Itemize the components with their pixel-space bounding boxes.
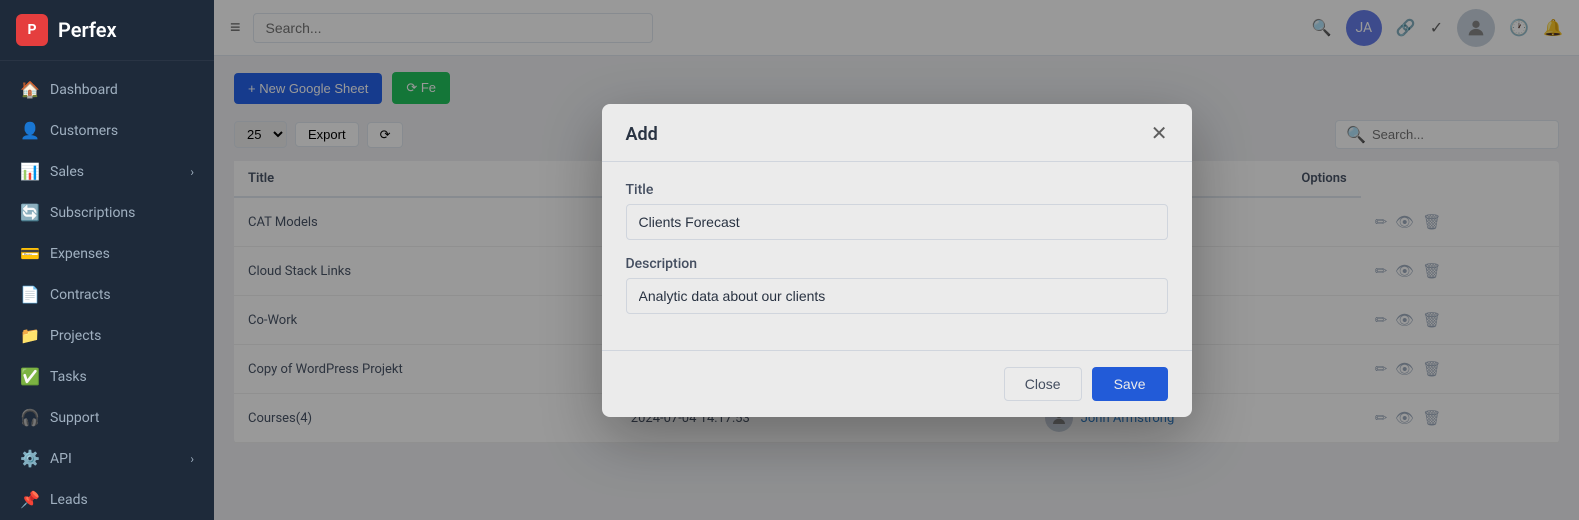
modal-close-button[interactable]: ✕: [1151, 124, 1168, 144]
sidebar-item-expenses[interactable]: 💳 Expenses: [0, 233, 214, 274]
title-label: Title: [626, 182, 1168, 198]
main-area: ≡ 🔍 JA 🔗 ✓ 🕐 🔔 + New Google Sheet ⟳ Fe: [214, 0, 1579, 520]
sidebar-logo: P Perfex: [0, 0, 214, 61]
contracts-icon: 📄: [20, 285, 40, 304]
modal-title: Add: [626, 124, 658, 145]
sidebar-item-api[interactable]: ⚙️ API ›: [0, 438, 214, 479]
chevron-right-icon-api: ›: [190, 452, 194, 466]
modal-overlay: Add ✕ Title Description Close Save: [214, 0, 1579, 520]
sidebar-item-label: Contracts: [50, 287, 111, 303]
sidebar-item-projects[interactable]: 📁 Projects: [0, 315, 214, 356]
modal-close-btn[interactable]: Close: [1004, 367, 1082, 401]
support-icon: 🎧: [20, 408, 40, 427]
sidebar-item-label: Leads: [50, 492, 88, 508]
sidebar-item-label: Tasks: [50, 369, 87, 385]
expenses-icon: 💳: [20, 244, 40, 263]
sidebar-item-support[interactable]: 🎧 Support: [0, 397, 214, 438]
sidebar-item-label: Sales: [50, 164, 84, 180]
sidebar: P Perfex 🏠 Dashboard 👤 Customers 📊 Sales…: [0, 0, 214, 520]
title-form-group: Title: [626, 182, 1168, 240]
sidebar-item-sales[interactable]: 📊 Sales ›: [0, 151, 214, 192]
sidebar-item-label: Support: [50, 410, 99, 426]
tasks-icon: ✅: [20, 367, 40, 386]
logo-text: Perfex: [58, 18, 117, 42]
sales-icon: 📊: [20, 162, 40, 181]
sidebar-item-dashboard[interactable]: 🏠 Dashboard: [0, 69, 214, 110]
title-input[interactable]: [626, 204, 1168, 240]
home-icon: 🏠: [20, 80, 40, 99]
customers-icon: 👤: [20, 121, 40, 140]
description-form-group: Description: [626, 256, 1168, 314]
sidebar-item-customers[interactable]: 👤 Customers: [0, 110, 214, 151]
modal-save-btn[interactable]: Save: [1092, 367, 1168, 401]
sidebar-item-label: Projects: [50, 328, 101, 344]
subscriptions-icon: 🔄: [20, 203, 40, 222]
chevron-right-icon: ›: [190, 165, 194, 179]
modal-header: Add ✕: [602, 104, 1192, 162]
sidebar-item-tasks[interactable]: ✅ Tasks: [0, 356, 214, 397]
sidebar-item-label: Expenses: [50, 246, 110, 262]
logo-icon: P: [16, 14, 48, 46]
description-label: Description: [626, 256, 1168, 272]
leads-icon: 📌: [20, 490, 40, 509]
sidebar-item-subscriptions[interactable]: 🔄 Subscriptions: [0, 192, 214, 233]
modal-footer: Close Save: [602, 350, 1192, 417]
add-modal: Add ✕ Title Description Close Save: [602, 104, 1192, 417]
sidebar-item-label: API: [50, 451, 72, 467]
api-icon: ⚙️: [20, 449, 40, 468]
modal-body: Title Description: [602, 162, 1192, 350]
sidebar-item-contracts[interactable]: 📄 Contracts: [0, 274, 214, 315]
projects-icon: 📁: [20, 326, 40, 345]
sidebar-nav: 🏠 Dashboard 👤 Customers 📊 Sales › 🔄 Subs…: [0, 61, 214, 520]
sidebar-item-label: Dashboard: [50, 82, 118, 98]
sidebar-item-label: Customers: [50, 123, 118, 139]
description-input[interactable]: [626, 278, 1168, 314]
sidebar-item-leads[interactable]: 📌 Leads: [0, 479, 214, 520]
sidebar-item-label: Subscriptions: [50, 205, 135, 221]
